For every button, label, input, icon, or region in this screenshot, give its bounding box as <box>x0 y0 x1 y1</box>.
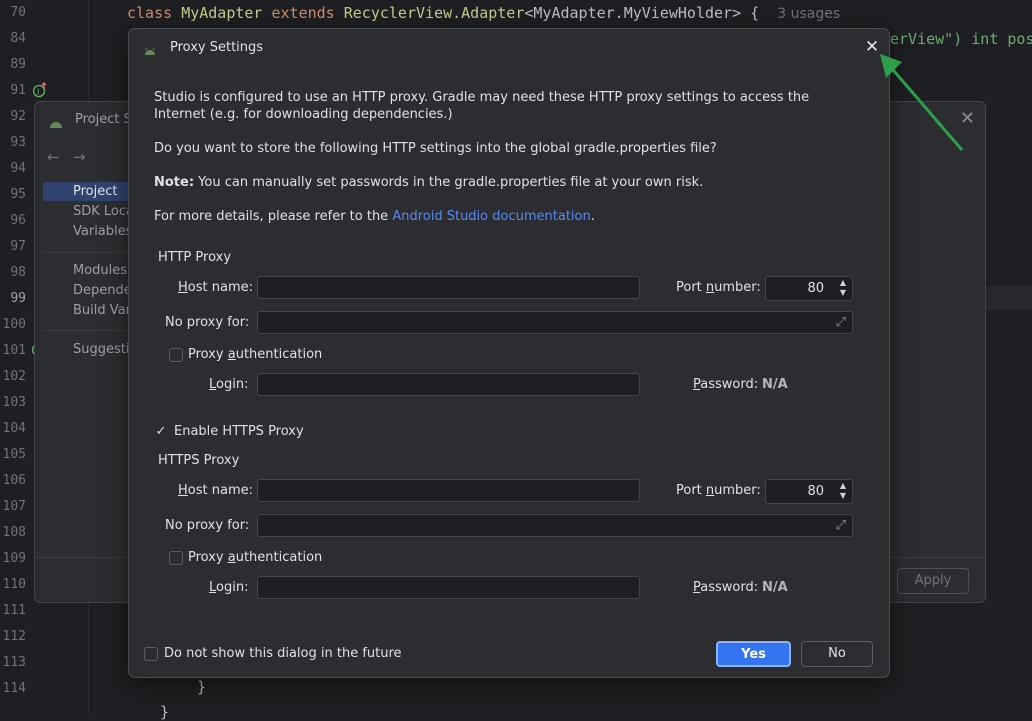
nav-item-variables[interactable]: Variables <box>73 224 132 239</box>
line-number: 108 <box>2 525 26 540</box>
line-number: 105 <box>2 447 26 462</box>
enable-https-label[interactable]: Enable HTTPS Proxy <box>174 424 304 439</box>
class-name: MyAdapter <box>181 4 263 22</box>
note-text: Note: You can manually set passwords in … <box>154 174 864 191</box>
https-auth-checkbox[interactable] <box>169 551 183 565</box>
svg-text:I: I <box>37 88 39 97</box>
line-number: 94 <box>10 161 26 176</box>
https-port-value: 80 <box>807 484 824 499</box>
line-number: 98 <box>10 265 26 280</box>
back-arrow-icon[interactable]: ← <box>47 148 60 166</box>
android-icon <box>49 114 63 133</box>
http-port-value: 80 <box>807 281 824 296</box>
line-number: 89 <box>10 57 26 72</box>
yes-button[interactable]: Yes <box>716 641 791 667</box>
note-label: Note: <box>154 175 195 190</box>
http-login-label: Login: <box>209 377 249 392</box>
generic-type: <MyAdapter.MyViewHolder> <box>524 4 742 22</box>
keyword-extends: extends <box>271 4 335 22</box>
documentation-link[interactable]: Android Studio documentation <box>392 209 590 224</box>
annotation-arrow-icon <box>880 54 964 151</box>
spinner-arrows-icon[interactable]: ▲ ▼ <box>840 278 846 298</box>
details-text: For more details, please refer to the An… <box>154 208 864 225</box>
line-number: 97 <box>10 239 26 254</box>
https-password-label: Password: <box>693 580 759 595</box>
http-login-input[interactable] <box>257 373 640 396</box>
https-auth-label[interactable]: Proxy authentication <box>188 550 322 565</box>
https-password-value: N/A <box>762 580 788 595</box>
code-line-70: class MyAdapter extends RecyclerView.Ada… <box>127 4 840 22</box>
https-port-label: Port number: <box>676 483 761 498</box>
intro-text: Studio is configured to use an HTTP prox… <box>154 90 810 122</box>
line-number: 103 <box>2 395 26 410</box>
android-icon <box>144 41 156 60</box>
no-button[interactable]: No <box>801 641 873 667</box>
line-number: 100 <box>2 317 26 332</box>
keyword-class: class <box>127 4 173 22</box>
code-line-114: } <box>197 678 207 696</box>
code-line-115: } <box>160 703 170 721</box>
https-proxy-section-title: HTTPS Proxy <box>158 453 240 468</box>
http-auth-label[interactable]: Proxy authentication <box>188 347 322 362</box>
note-body: You can manually set passwords in the gr… <box>194 175 704 190</box>
line-number: 104 <box>2 421 26 436</box>
https-host-label: Host name: <box>178 483 253 498</box>
code-fragment: erView") int posi <box>890 30 1032 48</box>
parent-class: RecyclerView.Adapter <box>343 4 525 22</box>
implementation-icon[interactable]: I <box>32 82 48 101</box>
details-prefix: For more details, please refer to the <box>154 209 393 224</box>
line-number: 107 <box>2 499 26 514</box>
question-text: Do you want to store the following HTTP … <box>154 141 717 156</box>
apply-button[interactable]: Apply <box>897 568 969 594</box>
line-number: 84 <box>10 31 26 46</box>
expand-icon[interactable]: ⤢ <box>836 518 846 533</box>
https-port-spinner[interactable]: 80 ▲ ▼ <box>765 479 853 504</box>
http-auth-checkbox[interactable] <box>169 348 183 362</box>
code-line-84: erView") int posi <box>890 30 1032 48</box>
https-no-proxy-input[interactable]: ⤢ <box>257 514 853 537</box>
line-number: 95 <box>10 187 26 202</box>
http-proxy-section-title: HTTP Proxy <box>158 250 232 265</box>
line-number: 106 <box>2 473 26 488</box>
nav-item-modules[interactable]: Modules <box>73 263 127 278</box>
brace: { <box>750 4 760 22</box>
https-login-label: Login: <box>209 580 249 595</box>
line-number-current: 99 <box>10 291 26 306</box>
http-host-label: Host name: <box>178 280 253 295</box>
line-number: 91 <box>10 83 26 98</box>
http-port-label: Port number: <box>676 280 761 295</box>
http-password-label: Password: <box>693 377 759 392</box>
line-number: 111 <box>2 603 26 618</box>
proxy-settings-dialog: Proxy Settings ✕ Studio is configured to… <box>128 28 890 678</box>
line-number: 112 <box>2 629 26 644</box>
line-number: 93 <box>10 135 26 150</box>
dont-show-checkbox[interactable] <box>144 647 158 661</box>
line-number: 109 <box>2 551 26 566</box>
spinner-arrows-icon[interactable]: ▲ ▼ <box>840 481 846 501</box>
line-number: 110 <box>2 577 26 592</box>
usages-hint[interactable]: 3 usages <box>777 6 840 22</box>
line-number: 113 <box>2 655 26 670</box>
https-no-proxy-label: No proxy for: <box>165 518 250 533</box>
http-no-proxy-label: No proxy for: <box>165 315 250 330</box>
https-login-input[interactable] <box>257 576 640 599</box>
nav-item-build-variants[interactable]: Build Vari <box>73 303 135 318</box>
expand-icon[interactable]: ⤢ <box>836 315 846 330</box>
line-number: 92 <box>10 109 26 124</box>
forward-arrow-icon[interactable]: → <box>73 148 86 166</box>
http-password-value: N/A <box>762 377 788 392</box>
details-suffix: . <box>590 209 595 224</box>
http-host-input[interactable] <box>257 276 640 299</box>
line-number: 102 <box>2 369 26 384</box>
line-number: 70 <box>10 5 26 20</box>
http-no-proxy-input[interactable]: ⤢ <box>257 311 853 334</box>
line-number: 96 <box>10 213 26 228</box>
line-number: 101 <box>2 343 26 358</box>
line-number: 114 <box>2 681 26 696</box>
dialog-title: Proxy Settings <box>170 40 264 55</box>
dont-show-label[interactable]: Do not show this dialog in the future <box>164 646 402 661</box>
enable-https-checkbox[interactable]: ✓ <box>154 425 168 439</box>
https-host-input[interactable] <box>257 479 640 502</box>
http-port-spinner[interactable]: 80 ▲ ▼ <box>765 276 853 301</box>
